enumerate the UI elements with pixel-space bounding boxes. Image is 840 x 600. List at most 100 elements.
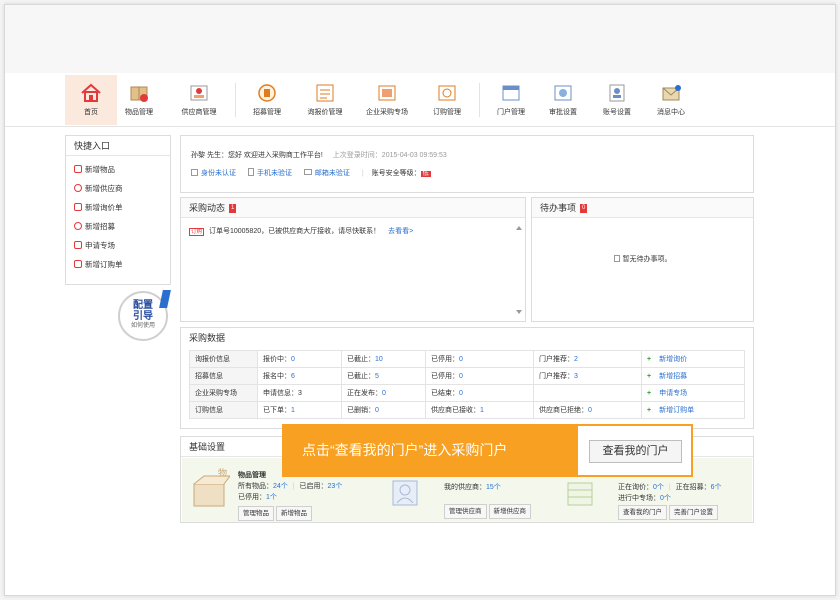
- row-head: 招募信息: [189, 367, 258, 385]
- disabled-goods-label: 已停用：: [238, 494, 266, 501]
- view-my-portal-small-button[interactable]: 查看我的门户: [618, 505, 667, 520]
- nav-item-orders[interactable]: 订购管理: [421, 75, 473, 125]
- manage-supplier-button[interactable]: 管理供应商: [444, 504, 487, 519]
- dynamics-count-badge: 1: [229, 204, 237, 214]
- nav-item-recruit[interactable]: 招募管理: [241, 75, 293, 125]
- nav-item-enterprise-special[interactable]: 企业采购专场: [361, 75, 413, 125]
- todo-empty-text: 暂无待办事项。: [622, 256, 672, 263]
- disabled-goods-count[interactable]: 1个: [266, 494, 277, 501]
- security-level-label: 账号安全等级：: [371, 170, 421, 177]
- cell-value[interactable]: 3: [298, 390, 302, 397]
- enabled-goods-label: 已启用：: [299, 483, 328, 490]
- cell-value[interactable]: 6: [291, 373, 295, 380]
- cell-label: 报名中：: [263, 373, 291, 380]
- cell-value[interactable]: 5: [375, 373, 379, 380]
- cell-value[interactable]: 0: [459, 356, 463, 363]
- cell-value[interactable]: 0: [291, 356, 295, 363]
- nav-separator: [479, 83, 480, 117]
- id-verify-link[interactable]: 身份未认证: [191, 169, 236, 177]
- my-suppliers-count[interactable]: 15个: [486, 484, 501, 491]
- supplier-summary: 我的供应商：15个 管理供应商 新增供应商: [444, 482, 533, 519]
- cell-value[interactable]: 10: [375, 356, 383, 363]
- dynamics-scrollbar[interactable]: [515, 226, 523, 314]
- nav-item-home[interactable]: 首页: [65, 75, 117, 125]
- all-goods-label: 所有物品：: [238, 483, 273, 490]
- special-ongoing-count[interactable]: 0个: [660, 495, 671, 502]
- scroll-down-arrow-icon[interactable]: [516, 310, 522, 314]
- todo-empty-message: 暂无待办事项。: [532, 254, 753, 264]
- cell-label: 已停用：: [431, 356, 459, 363]
- nav-separator: [235, 83, 236, 117]
- divider: |: [668, 484, 671, 491]
- quick-apply-special[interactable]: 申请专场: [66, 236, 170, 255]
- nav-label: 物品管理: [125, 109, 153, 116]
- quick-add-supplier[interactable]: 新增供应商: [66, 179, 170, 198]
- cell-value[interactable]: 1: [291, 407, 295, 414]
- purchase-data-panel: 采购数据 询报价信息 报价中：0 已截止：10 已停用：0 门户推荐：2 + 新增…: [180, 327, 754, 429]
- action-cell[interactable]: + 新增订购单: [641, 401, 745, 419]
- order-icon: [74, 260, 82, 268]
- quick-add-goods[interactable]: 新增物品: [66, 160, 170, 179]
- inquiring-count[interactable]: 0个: [653, 484, 664, 491]
- action-link[interactable]: 新增订购单: [659, 407, 694, 414]
- action-link[interactable]: 申请专场: [659, 390, 687, 397]
- portal-illustration-icon: [567, 482, 593, 506]
- action-link[interactable]: 新增询价: [659, 356, 687, 363]
- action-cell[interactable]: + 新增询价: [641, 350, 745, 368]
- action-link[interactable]: 新增招募: [659, 373, 687, 380]
- nav-item-approval[interactable]: 审批设置: [537, 75, 589, 125]
- enabled-goods-count[interactable]: 23个: [328, 483, 343, 490]
- action-cell[interactable]: + 新增招募: [641, 367, 745, 385]
- cell-value[interactable]: 0: [382, 390, 386, 397]
- nav-item-account[interactable]: 账号设置: [591, 75, 643, 125]
- quick-add-recruit[interactable]: 新增招募: [66, 217, 170, 236]
- cell-value[interactable]: 0: [588, 407, 592, 414]
- box-illustration-icon: 物: [193, 468, 230, 507]
- cell-value[interactable]: 0: [459, 373, 463, 380]
- nav-item-messages[interactable]: 消息中心: [645, 75, 697, 125]
- improve-portal-settings-button[interactable]: 完善门户设置: [669, 505, 718, 520]
- recruiting-count[interactable]: 6个: [711, 484, 722, 491]
- table-row: 询报价信息 报价中：0 已截止：10 已停用：0 门户推荐：2 + 新增询价: [189, 350, 745, 368]
- id-card-icon: [191, 169, 198, 176]
- dynamics-title-text: 采购动态: [189, 203, 226, 213]
- cell-value[interactable]: 1: [480, 407, 484, 414]
- nav-label: 首页: [84, 109, 98, 116]
- cell-label: 已删销：: [347, 407, 375, 414]
- all-goods-count[interactable]: 24个: [273, 483, 288, 490]
- document-icon: [74, 241, 82, 249]
- cell-label: 已停用：: [431, 373, 459, 380]
- nav-label: 账号设置: [603, 109, 631, 116]
- exclamation-icon: [159, 290, 171, 308]
- dynamics-title: 采购动态 1: [181, 198, 525, 218]
- app-window: 首页 物品管理 供应商管理 招募管理 询报价管理 企业采购专场 订购管理 门户管…: [4, 4, 836, 596]
- action-cell[interactable]: + 申请专场: [641, 384, 745, 402]
- nav-item-suppliers[interactable]: 供应商管理: [173, 75, 225, 125]
- quick-add-order[interactable]: 新增订购单: [66, 255, 170, 274]
- nav-item-inquiry[interactable]: 询报价管理: [299, 75, 351, 125]
- phone-icon: [247, 168, 254, 176]
- manage-goods-button[interactable]: 管理物品: [238, 506, 274, 521]
- cell-value[interactable]: 0: [375, 407, 379, 414]
- guide-tip-overlay: 点击“查看我的门户”进入采购门户 查看我的门户: [282, 424, 693, 477]
- nav-item-goods[interactable]: 物品管理: [113, 75, 165, 125]
- config-guide-badge[interactable]: 配置 引导 如何使用: [118, 290, 171, 341]
- add-goods-button[interactable]: 新增物品: [276, 506, 312, 521]
- todo-panel: 待办事项 0 暂无待办事项。: [531, 197, 754, 322]
- quick-add-inquiry[interactable]: 新增询价单: [66, 198, 170, 217]
- dynamics-view-link[interactable]: 去看看>: [388, 228, 413, 235]
- cell-label: 正在发布：: [347, 390, 382, 397]
- nav-item-portal[interactable]: 门户管理: [485, 75, 537, 125]
- special-icon: [378, 85, 396, 101]
- todo-title-text: 待办事项: [540, 203, 577, 213]
- cell-value[interactable]: 2: [574, 356, 578, 363]
- add-supplier-button[interactable]: 新增供应商: [488, 504, 531, 519]
- phone-verify-link[interactable]: 手机未验证: [247, 168, 292, 177]
- view-my-portal-button[interactable]: 查看我的门户: [589, 440, 682, 463]
- quick-item-label: 新增供应商: [85, 184, 123, 193]
- nav-label: 企业采购专场: [366, 109, 408, 116]
- scroll-up-arrow-icon[interactable]: [516, 226, 522, 230]
- cell-value[interactable]: 3: [574, 373, 578, 380]
- cell-value[interactable]: 0: [459, 390, 463, 397]
- email-verify-link[interactable]: 邮箱未验证: [303, 169, 350, 177]
